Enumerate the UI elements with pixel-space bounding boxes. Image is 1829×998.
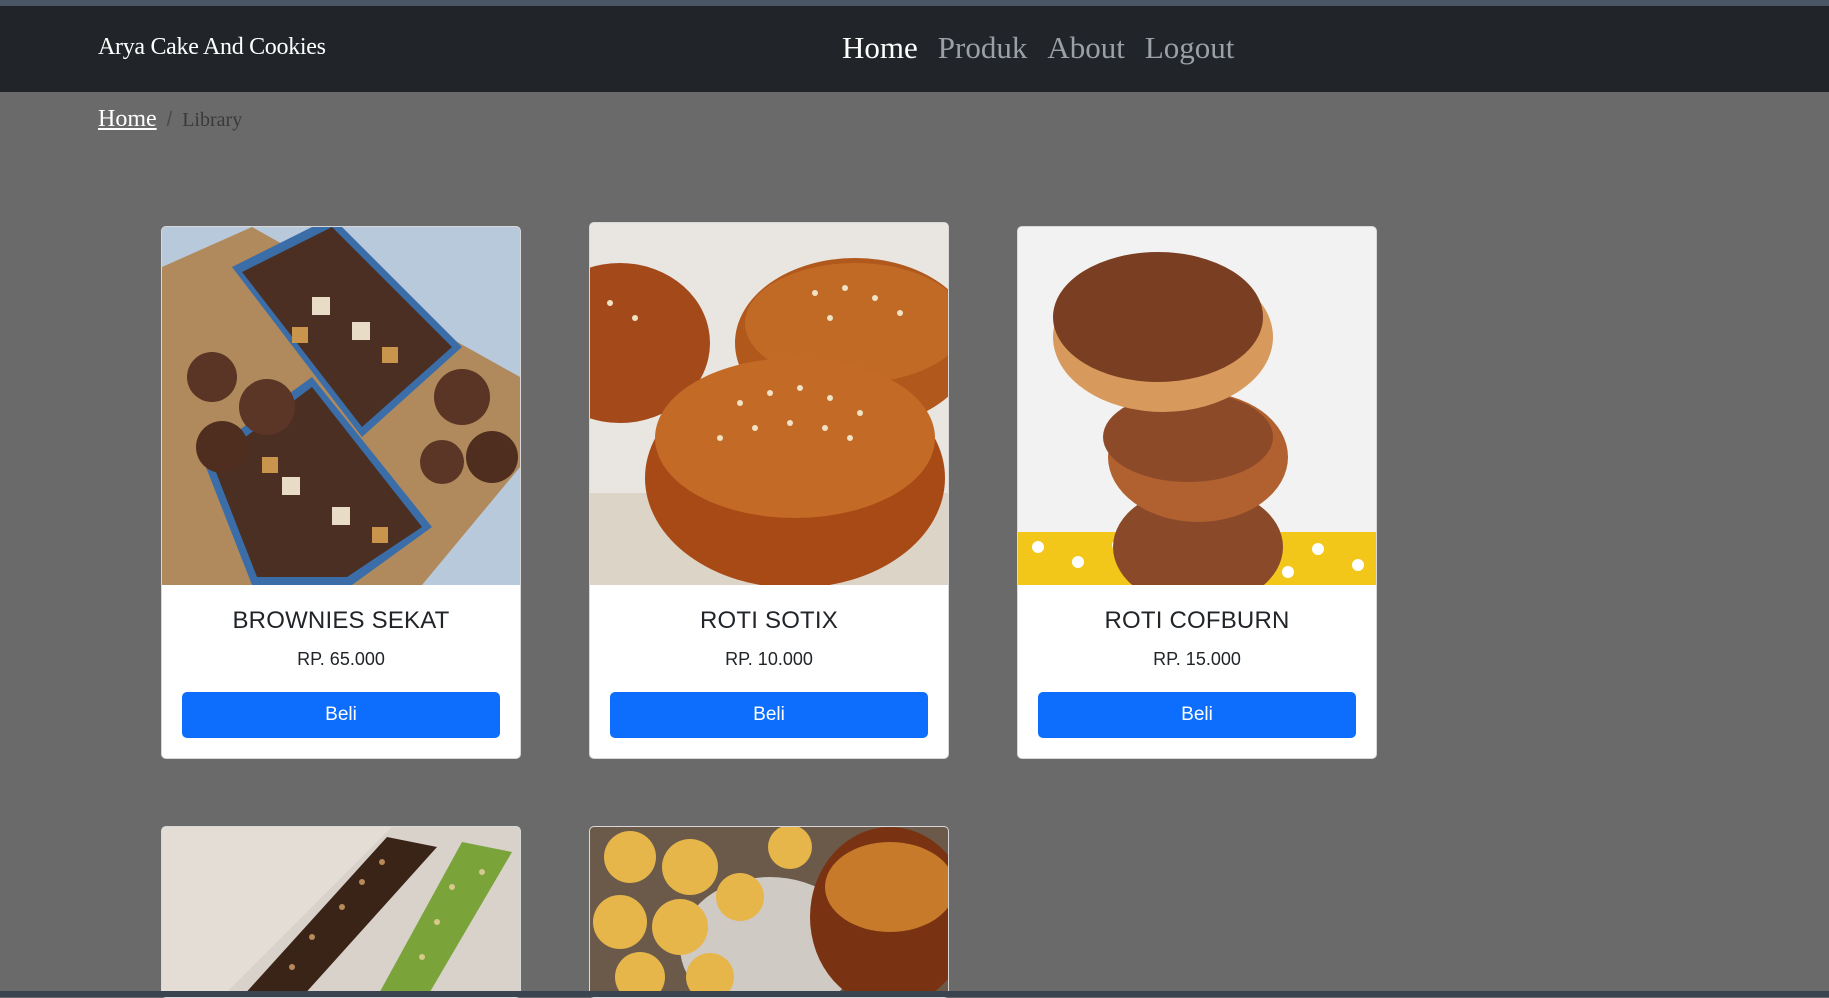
buy-button[interactable]: Beli bbox=[182, 692, 500, 738]
pineapple-tart-cookies-photo bbox=[590, 827, 948, 997]
nav-logout[interactable]: Logout bbox=[1145, 30, 1235, 66]
brownies-box-photo bbox=[162, 227, 520, 585]
nav-links: Home Produk About Logout bbox=[842, 30, 1254, 66]
card-body: ROTI SOTIX RP. 10.000 Beli bbox=[590, 607, 948, 738]
buy-button[interactable]: Beli bbox=[1038, 692, 1356, 738]
breadcrumb-home[interactable]: Home bbox=[98, 106, 157, 133]
nav-about[interactable]: About bbox=[1047, 30, 1125, 66]
buy-button[interactable]: Beli bbox=[610, 692, 928, 738]
product-price: RP. 10.000 bbox=[725, 649, 813, 669]
breadcrumb: Home / Library bbox=[98, 106, 242, 133]
window-bottom-strip bbox=[0, 991, 1829, 997]
breadcrumb-separator: / bbox=[166, 109, 173, 131]
product-card: ROTI SOTIX RP. 10.000 Beli bbox=[589, 222, 949, 759]
product-name: ROTI SOTIX bbox=[699, 607, 838, 634]
card-body: ROTI COFBURN RP. 15.000 Beli bbox=[1018, 607, 1376, 738]
brand-name[interactable]: Arya Cake And Cookies bbox=[98, 34, 326, 61]
product-price: RP. 65.000 bbox=[297, 649, 385, 669]
product-card: BROWNIES SEKAT RP. 65.000 Beli bbox=[161, 226, 521, 759]
navbar: Arya Cake And Cookies Home Produk About … bbox=[0, 6, 1829, 92]
product-name: ROTI COFBURN bbox=[1104, 607, 1290, 634]
product-card bbox=[589, 826, 949, 998]
chocolate-pandan-bars-photo bbox=[162, 827, 520, 997]
coffee-bun-stack-photo bbox=[1018, 227, 1376, 585]
nav-home[interactable]: Home bbox=[842, 30, 918, 66]
sesame-bun-photo bbox=[590, 223, 948, 585]
product-price: RP. 15.000 bbox=[1153, 649, 1241, 669]
nav-produk[interactable]: Produk bbox=[938, 30, 1028, 66]
product-card bbox=[161, 826, 521, 998]
breadcrumb-current: Library bbox=[182, 109, 243, 131]
product-card: ROTI COFBURN RP. 15.000 Beli bbox=[1017, 226, 1377, 759]
card-body: BROWNIES SEKAT RP. 65.000 Beli bbox=[162, 607, 520, 738]
product-name: BROWNIES SEKAT bbox=[232, 607, 450, 634]
